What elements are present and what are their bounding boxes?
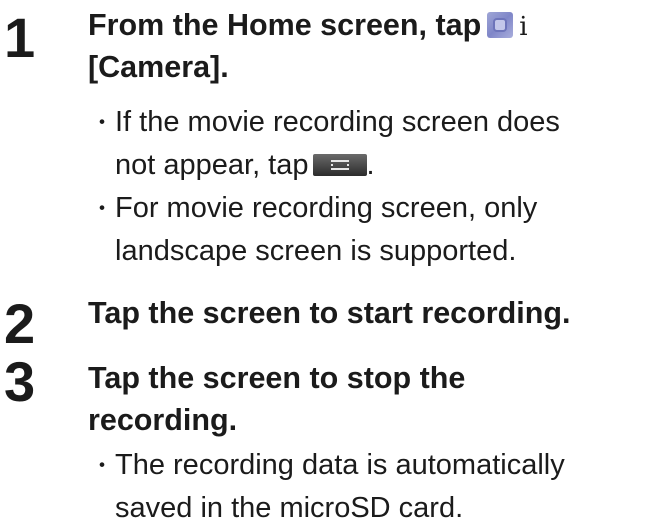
bullet-dot: ・ [91,453,114,478]
step-3-bullet-1: ・ The recording data is automatically sa… [88,444,648,520]
bullet-dot: ・ [91,196,114,221]
step-1-number: 1 [4,6,35,69]
bullet-dot: ・ [91,110,114,135]
step-3-heading-line2: recording. [88,403,238,437]
step-3-heading-line1: Tap the screen to stop the [88,361,466,395]
step-2-heading: Tap the screen to start recording. [88,296,571,330]
step-1-bullet-1-period: . [366,149,375,181]
step-1-bullet-1: ・ If the movie recording screen does not… [88,101,648,187]
step-1-bullet-2: ・ For movie recording screen, only lands… [88,187,648,273]
step-1-bullet-1-line2-text: not appear, tap [115,149,309,181]
step-1-heading-text: From the Home screen, tap [88,8,482,42]
camera-app-icon [487,12,514,38]
step-3-bullet-1-line2: saved in the microSD card. [115,492,464,520]
step-3-number: 3 [4,350,35,413]
step-1-heading-separator: i [519,12,528,42]
instruction-page: 1 From the Home screen, tap i [Camera]. ・… [0,0,648,520]
step-2-number: 2 [4,292,35,355]
step-1-bullet-2-line1: For movie recording screen, only [115,192,538,224]
step-1-bullet-1-line2: not appear, tap. [88,144,648,187]
step-1-bullet-1-line1: If the movie recording screen does [115,106,560,138]
movie-mode-icon [312,154,367,176]
step-1-heading-line2: [Camera]. [88,50,229,84]
step-1-heading: From the Home screen, tap i [88,4,528,48]
step-1-bullet-2-line2: landscape screen is supported. [115,235,517,267]
step-3-bullet-1-line1: The recording data is automatically [115,449,565,481]
